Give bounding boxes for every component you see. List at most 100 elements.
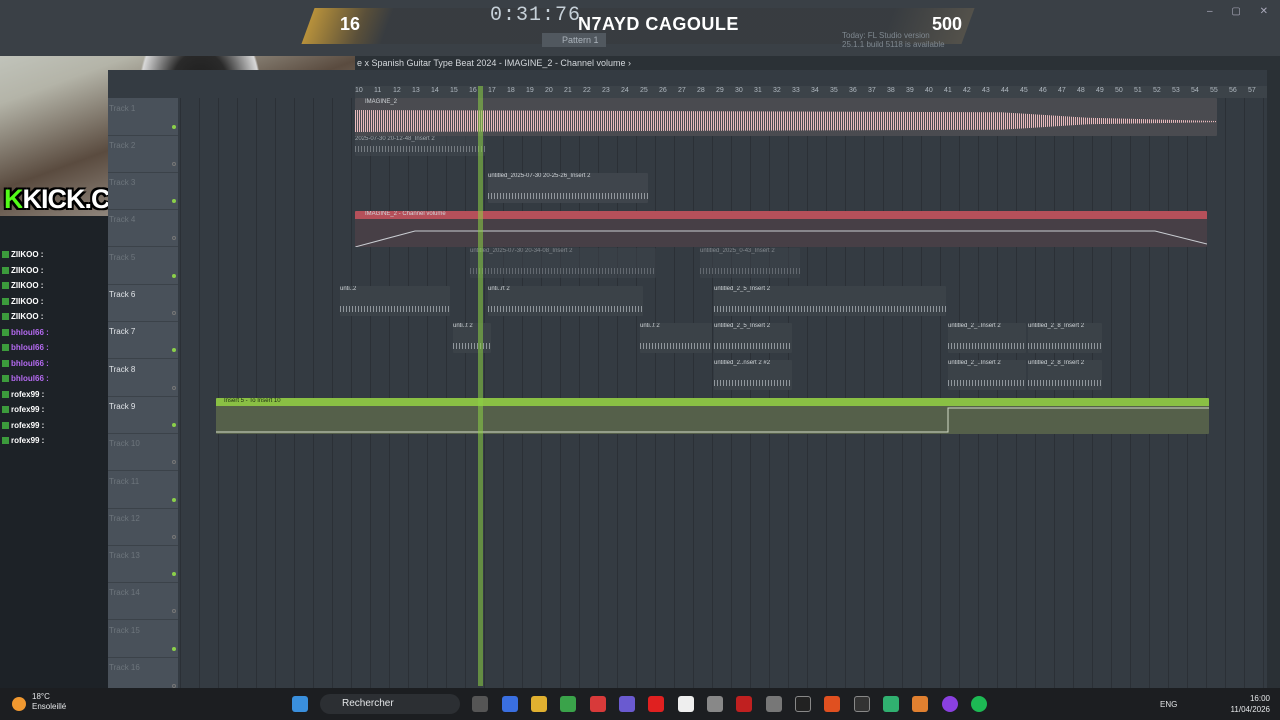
track-mute-led[interactable] [172,236,176,241]
kick-badge-icon [2,313,9,321]
language-indicator[interactable]: ENG [1160,700,1177,709]
track-name: Track 9 [109,401,136,411]
audio-clip-imagine[interactable]: IMAGINE_2 [355,98,1217,136]
audio-clip[interactable]: untitled_2025-07-30 20-34-08_Insert 2 [470,248,656,278]
track-header[interactable]: Track 11 [108,473,178,509]
track-mute-led[interactable] [172,273,176,278]
track-mute-led[interactable] [172,609,176,614]
audio-clip[interactable]: untitled_2_..Insert 2 [948,323,1026,353]
taskbar-search[interactable]: Rechercher [320,694,460,714]
audio-clip[interactable]: untitled_2_..Insert 2 [948,360,1026,390]
audio-clip[interactable]: unti..rt 2 [488,286,643,316]
tt-icon[interactable] [854,696,870,712]
track-header[interactable]: Track 8 [108,361,178,397]
track-name: Track 16 [109,663,140,672]
track-mute-led[interactable] [172,161,176,166]
timeline-ruler[interactable]: 10 11 12 13 14 15 16 17 18 19 20 21 22 23 24 25 26 27 28 29… [355,86,1267,98]
track-header[interactable]: Track 2 [108,137,178,173]
file-explorer-icon[interactable] [531,696,547,712]
ruler-bar-number: 54 [1191,87,1199,94]
ruler-bar-number: 57 [1248,87,1256,94]
chat-message: bhloul66 : [2,343,49,352]
app-icon[interactable] [707,696,723,712]
track-header[interactable]: Track 15 [108,622,178,658]
weather-widget[interactable]: 18°C Ensoleillé [32,692,66,712]
copilot-icon[interactable] [502,696,518,712]
windows-start-icon[interactable] [292,696,308,712]
audio-clip[interactable]: 2025-07-30 20-12-48_Insert 2 [355,136,485,156]
track-header[interactable]: Track 1 [108,100,178,136]
automation-clip-insert[interactable]: Insert 5 - To Insert 10 [216,398,1209,434]
chat-username: bhloul66 : [11,374,49,383]
track-header[interactable]: Track 6 [108,286,178,322]
track-name: Track 3 [109,178,136,188]
chat-username: rofex99 : [11,405,45,414]
vertical-scrollbar[interactable] [1267,70,1280,688]
track-mute-led[interactable] [172,348,176,353]
youtube-icon[interactable] [648,696,664,712]
track-mute-led[interactable] [172,534,176,539]
audio-clip[interactable]: unti..t 2 [453,323,491,353]
chat-username: ZIIKOO : [11,312,44,321]
track-header[interactable]: Track 13 [108,547,178,584]
playhead[interactable] [478,86,483,686]
pattern-selector[interactable]: Pattern 1 [542,33,606,47]
chrome-icon[interactable] [560,696,576,712]
track-header[interactable]: Track 10 [108,435,178,472]
window-controls[interactable]: – ▢ ✕ [1207,6,1276,17]
track-header[interactable]: Track 5 [108,249,178,285]
audio-clip[interactable]: untitled_2_5_Insert 2 [714,323,792,353]
ruler-bar-number: 26 [659,87,667,94]
spotify-icon[interactable] [971,696,987,712]
chat-overlay: ZIIKOO : ZIIKOO : ZIIKOO : ZIIKOO : ZIIKOO :… [0,216,104,496]
track-mute-led[interactable] [172,385,176,390]
acrobat-icon[interactable] [590,696,606,712]
task-view-icon[interactable] [472,696,488,712]
fl-studio-icon[interactable] [912,696,928,712]
fn-icon[interactable] [678,696,694,712]
track-header[interactable]: Track 12 [108,510,178,546]
audio-clip[interactable]: unti..2 [340,286,450,316]
audio-clip[interactable]: untitled_2..nsert 2 #2 [714,360,792,390]
chat-username: ZIIKOO : [11,296,44,306]
app-icon-green[interactable] [883,696,899,712]
track-mute-led[interactable] [172,572,176,577]
track-mute-led[interactable] [172,460,176,465]
track-mute-led[interactable] [172,497,176,502]
track-mute-led[interactable] [172,199,176,204]
ruler-bar-number: 31 [754,87,762,94]
track-mute-led[interactable] [172,422,176,427]
audio-clip[interactable]: untitled_2025_0-43_Insert 2 [700,248,800,278]
ruler-bar-number: 42 [963,87,971,94]
track-mute-led[interactable] [172,646,176,651]
chat-username: ZIIKOO : [11,281,44,290]
audio-clip[interactable]: untitled_2_8_Insert 2 [1028,360,1102,390]
kick-badge-icon [2,297,9,305]
track-mute-led[interactable] [172,124,176,129]
audio-clip[interactable]: unti..t 2 [640,323,712,353]
audio-clip[interactable]: untitled_2025-07-30 20-25-26_Insert 2 [488,173,648,203]
ruler-bar-number: 13 [412,87,420,94]
chat-username: bhloul66 : [11,358,49,368]
xm-icon[interactable] [795,696,811,712]
track-header[interactable]: Track 3 [108,174,178,211]
audio-clip[interactable]: untitled_2_8_Insert 2 [1028,323,1102,353]
app-icon-red[interactable] [736,696,752,712]
app-icon-purple[interactable] [942,696,958,712]
taskbar-clock[interactable]: 16:00 11/04/2026 [1231,693,1270,715]
playlist-grid[interactable] [180,98,1267,688]
track-header[interactable]: Track 9 [108,398,178,434]
ruler-bar-number: 12 [393,87,401,94]
track-name: Track 10 [109,439,140,449]
track-name: Track 11 [109,476,140,486]
update-notice[interactable]: Today: FL Studio version 25.1.1 build 511… [842,31,945,49]
track-header[interactable]: Track 14 [108,584,178,621]
audio-clip[interactable]: untitled_2_5_Insert 2 [714,286,946,316]
weather-sun-icon [12,697,26,711]
teams-icon[interactable] [619,696,635,712]
track-mute-led[interactable] [172,311,176,315]
obs-icon[interactable] [766,696,782,712]
brave-icon[interactable] [824,696,840,712]
track-header[interactable]: Track 7 [108,323,178,360]
track-header[interactable]: Track 4 [108,211,178,248]
